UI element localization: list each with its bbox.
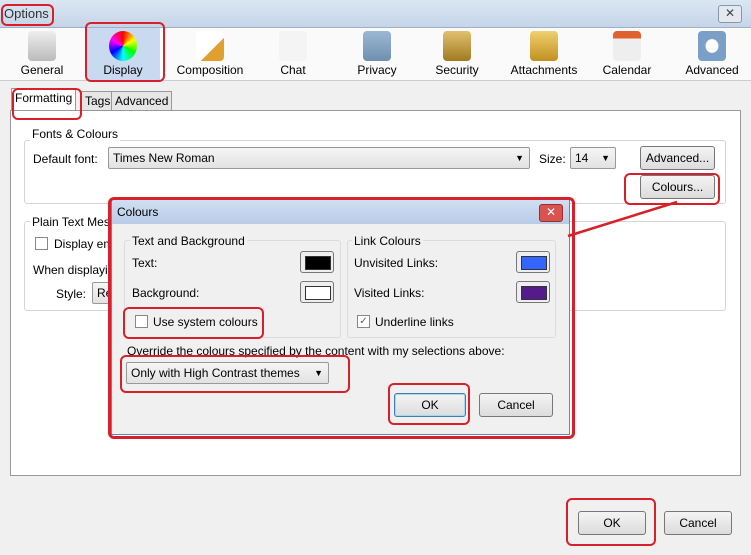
- cancel-button[interactable]: Cancel: [664, 511, 732, 535]
- gear-icon: [698, 31, 726, 61]
- annotation-box: [85, 22, 165, 82]
- toolbar-item-label: Calendar: [602, 63, 652, 77]
- when-displaying-label: When displayi: [33, 263, 108, 277]
- toolbar-item-label: Advanced: [685, 63, 739, 77]
- size-value: 14: [575, 151, 589, 165]
- toolbar-item-label: Privacy: [357, 63, 397, 77]
- switch-icon: [28, 31, 56, 61]
- tab-tags[interactable]: Tags: [81, 91, 115, 111]
- size-select[interactable]: 14 ▼: [570, 147, 616, 169]
- calendar-icon: [613, 31, 641, 61]
- display-emoticons-checkbox[interactable]: [35, 237, 48, 250]
- mask-icon: [363, 31, 391, 61]
- toolbar-item-label: Chat: [280, 63, 306, 77]
- default-font-value: Times New Roman: [113, 151, 215, 165]
- toolbar-item-label: Security: [435, 63, 479, 77]
- toolbar-item-attachments[interactable]: Attachments: [504, 28, 584, 80]
- annotation-box: [1, 4, 54, 26]
- annotation-box: [12, 88, 82, 120]
- fonts-group-label: Fonts & Colours: [30, 127, 121, 141]
- annotation-box: [566, 498, 656, 546]
- paperclip-icon: [530, 31, 558, 61]
- toolbar-item-security[interactable]: Security: [424, 28, 490, 80]
- chat-bubble-icon: [279, 31, 307, 61]
- default-font-label: Default font:: [33, 152, 98, 166]
- toolbar-item-label: Composition: [176, 63, 244, 77]
- default-font-select[interactable]: Times New Roman ▼: [108, 147, 530, 169]
- plain-group-label: Plain Text Mes: [30, 215, 112, 229]
- style-label: Style:: [56, 287, 87, 301]
- toolbar-item-privacy[interactable]: Privacy: [342, 28, 412, 80]
- toolbar-item-composition[interactable]: Composition: [170, 28, 250, 80]
- padlock-icon: [443, 31, 471, 61]
- annotation-box: [123, 307, 264, 339]
- tab-advanced[interactable]: Advanced: [111, 91, 173, 111]
- toolbar-item-chat[interactable]: Chat: [268, 28, 318, 80]
- annotation-box: [388, 383, 470, 425]
- toolbar-item-label: Attachments: [510, 63, 578, 77]
- toolbar-item-advanced[interactable]: Advanced: [676, 28, 748, 80]
- composition-pencil-icon: [196, 31, 224, 61]
- size-label: Size:: [539, 152, 566, 166]
- chevron-down-icon: ▼: [515, 153, 524, 163]
- toolbar-item-label: General: [20, 63, 64, 77]
- display-label: Display em: [54, 237, 114, 251]
- close-button[interactable]: ✕: [718, 5, 742, 23]
- toolbar-item-general[interactable]: General: [12, 28, 72, 80]
- annotation-arrow: [567, 200, 678, 238]
- advanced-fonts-button[interactable]: Advanced...: [640, 146, 715, 170]
- annotation-box: [120, 355, 350, 393]
- chevron-down-icon: ▼: [601, 153, 610, 163]
- toolbar-item-calendar[interactable]: Calendar: [592, 28, 662, 80]
